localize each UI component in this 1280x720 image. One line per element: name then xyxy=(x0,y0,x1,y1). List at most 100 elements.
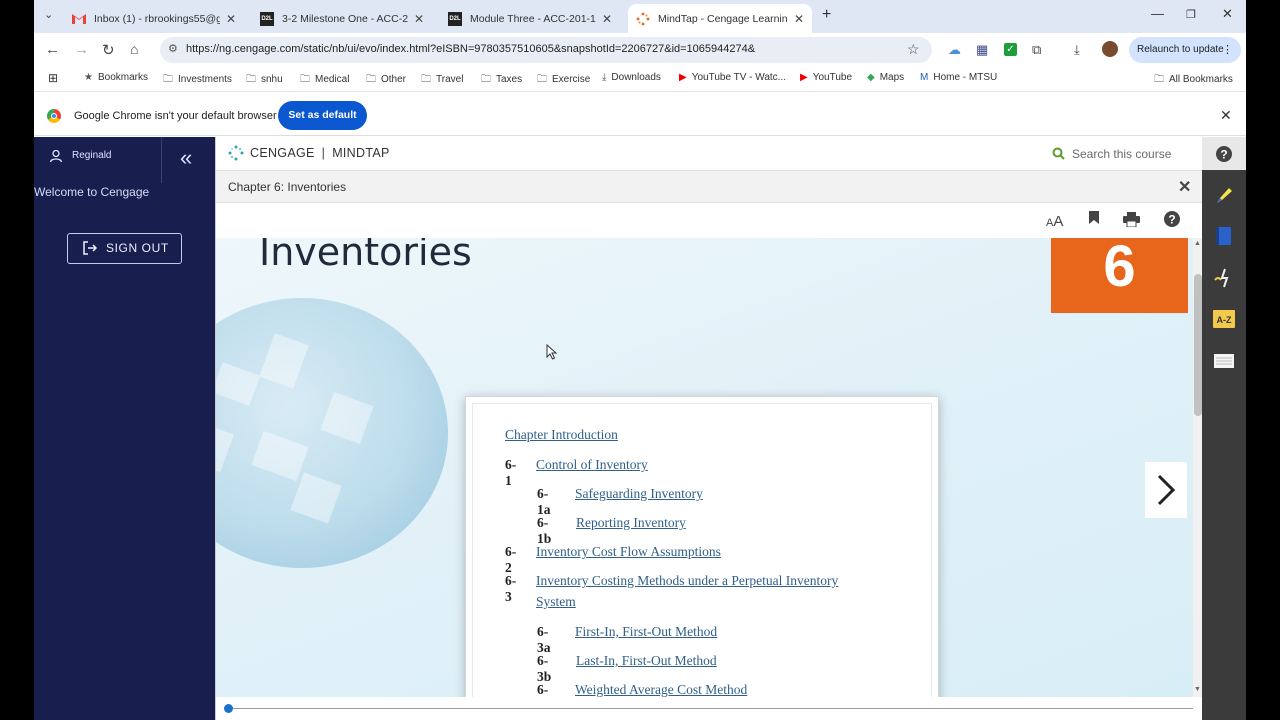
toc-link[interactable]: Weighted Average Cost Method xyxy=(575,682,747,697)
bookmark-item[interactable]: M Home - MTSU xyxy=(920,72,997,83)
close-chapter-icon[interactable]: ✕ xyxy=(1178,177,1191,197)
profile-avatar[interactable] xyxy=(1102,41,1118,57)
bookmark-item[interactable]: 🗀 Medical xyxy=(300,72,349,89)
read-aloud-icon[interactable] xyxy=(1212,266,1236,290)
forward-icon[interactable]: → xyxy=(74,41,89,58)
print-icon[interactable] xyxy=(1123,212,1140,230)
restore-icon[interactable]: ❐ xyxy=(1186,8,1196,21)
site-info-icon[interactable]: ⚙ xyxy=(168,42,178,55)
bookmark-icon[interactable] xyxy=(1088,210,1100,228)
close-infobar-icon[interactable]: ✕ xyxy=(1220,107,1232,124)
browser-window: ⌄ Inbox (1) - rbrookings55@gma ✕ D2L 3-2… xyxy=(34,0,1246,720)
next-page-button[interactable] xyxy=(1145,462,1187,518)
toc-link[interactable]: Chapter Introduction xyxy=(505,427,618,443)
toc-link[interactable]: Last-In, First-Out Method xyxy=(576,653,717,669)
tab-mindtap[interactable]: MindTap - Cengage Learning ✕ xyxy=(628,4,812,33)
tab-close-icon[interactable]: ✕ xyxy=(794,12,804,26)
set-as-default-button[interactable]: Set as default xyxy=(278,101,367,130)
globe-illustration xyxy=(216,298,448,568)
chevron-right-icon xyxy=(1157,474,1176,506)
toc-number: 6-3 xyxy=(505,573,517,604)
progress-track xyxy=(228,708,1193,709)
progress-handle[interactable] xyxy=(224,704,233,713)
toc-link[interactable]: First-In, First-Out Method xyxy=(575,624,717,640)
new-tab-icon[interactable]: + xyxy=(822,6,831,24)
check-extension-icon[interactable]: ✓ xyxy=(1004,43,1017,56)
global-help-icon[interactable]: ? xyxy=(1216,146,1232,162)
toc-link[interactable]: Inventory Costing Methods under a Perpet… xyxy=(536,573,838,589)
bookmark-star-icon[interactable]: ☆ xyxy=(907,41,920,58)
collapse-sidebar-icon[interactable]: « xyxy=(180,147,192,169)
bookmark-item[interactable]: 🗀 All Bookmarks xyxy=(1154,72,1233,89)
main-content: CENGAGE | MINDTAP Search this course Cha… xyxy=(215,137,1203,720)
rail-help-area: ? xyxy=(1202,137,1246,170)
back-icon[interactable]: ← xyxy=(45,41,60,58)
reading-progress-bar[interactable] xyxy=(216,697,1203,720)
bookmark-item[interactable]: ★ Bookmarks xyxy=(84,72,148,83)
tab-close-icon[interactable]: ✕ xyxy=(414,12,424,26)
browser-toolbar: ← → ↻ ⌂ ⚙ https://ng.cengage.com/static/… xyxy=(34,33,1246,66)
notebook-icon[interactable] xyxy=(1212,224,1236,248)
bookmark-item[interactable]: 🗀 Exercise xyxy=(537,72,590,89)
toc-link[interactable]: Safeguarding Inventory xyxy=(575,486,703,502)
folder-icon: 🗀 xyxy=(246,74,256,85)
text-size-icon[interactable]: AA xyxy=(1046,213,1063,230)
toc-link-continued[interactable]: System xyxy=(536,594,576,610)
bookmark-item[interactable]: ◆ Maps xyxy=(867,72,904,83)
help-icon[interactable]: ? xyxy=(1164,211,1180,230)
tab-title: Inbox (1) - rbrookings55@gma xyxy=(94,12,220,25)
bookmark-item[interactable]: 🗀 Investments xyxy=(163,72,232,89)
bookmark-item[interactable]: 🗀 snhu xyxy=(246,72,283,89)
star-icon: ★ xyxy=(84,72,93,83)
relaunch-button[interactable]: Relaunch to update ⋮ xyxy=(1129,37,1241,63)
toc-link[interactable]: Reporting Inventory xyxy=(576,515,686,531)
welcome-text: Welcome to Cengage xyxy=(34,185,150,199)
bookmark-item[interactable]: 🗀 Travel xyxy=(421,72,463,89)
bookmark-item[interactable]: ⤓ Downloads xyxy=(602,72,661,83)
address-bar[interactable]: ⚙ https://ng.cengage.com/static/nb/ui/ev… xyxy=(160,37,932,63)
highlighter-icon[interactable] xyxy=(1212,184,1236,208)
download-icon[interactable]: ⤓ xyxy=(1074,42,1080,58)
tab-close-icon[interactable]: ✕ xyxy=(602,12,612,26)
bookmarks-bar: ⊞ ★ Bookmarks 🗀 Investments 🗀 snhu 🗀 Medical… xyxy=(34,66,1246,92)
glossary-az-icon[interactable]: A-Z xyxy=(1212,307,1236,331)
download-icon: ⤓ xyxy=(602,72,607,83)
course-search[interactable]: Search this course xyxy=(1052,147,1171,161)
tab-title: Module Three - ACC-201-1260 xyxy=(470,12,596,25)
left-sidebar: Reginald « Welcome to Cengage SIGN OUT xyxy=(34,137,215,720)
tab-module-three[interactable]: D2L Module Three - ACC-201-1260 ✕ xyxy=(440,4,620,33)
folder-icon: 🗀 xyxy=(481,74,491,85)
cengage-mindtap-logo[interactable]: CENGAGE | MINDTAP xyxy=(228,145,390,161)
tab-milestone[interactable]: D2L 3-2 Milestone One - ACC-201-1 ✕ xyxy=(252,4,432,33)
extensions-puzzle-icon[interactable]: ⧉ xyxy=(1032,42,1041,58)
tab-search-chevron-icon[interactable]: ⌄ xyxy=(44,8,53,21)
chapter-title: Chapter 6: Inventories xyxy=(228,180,347,194)
scroll-up-icon[interactable]: ▲ xyxy=(1194,240,1201,247)
bookmark-item[interactable]: ▶ YouTube xyxy=(800,72,852,83)
toc-number: 6-1 xyxy=(505,457,517,488)
reload-icon[interactable]: ↻ xyxy=(102,41,115,59)
tab-gmail[interactable]: Inbox (1) - rbrookings55@gma ✕ xyxy=(64,4,244,33)
toc-link[interactable]: Inventory Cost Flow Assumptions xyxy=(536,544,721,560)
search-icon xyxy=(1052,147,1065,160)
tab-close-icon[interactable]: ✕ xyxy=(226,12,236,26)
flashcards-icon[interactable] xyxy=(1212,349,1236,373)
bookmark-item[interactable]: 🗀 Other xyxy=(366,72,406,89)
bookmark-label: Medical xyxy=(315,74,350,85)
scrollbar-thumb[interactable] xyxy=(1194,274,1202,416)
extension-icon[interactable]: ▦ xyxy=(976,42,988,58)
scroll-down-icon[interactable]: ▼ xyxy=(1194,686,1201,693)
cengage-icon xyxy=(636,12,650,26)
bookmark-item[interactable]: 🗀 Taxes xyxy=(481,72,522,89)
user-name[interactable]: Reginald xyxy=(72,150,111,161)
bookmark-item[interactable]: ▶ YouTube TV - Watc... xyxy=(679,72,786,83)
window-close-icon[interactable]: ✕ xyxy=(1222,6,1233,22)
sign-out-button[interactable]: SIGN OUT xyxy=(67,233,182,264)
home-icon[interactable]: ⌂ xyxy=(130,41,138,57)
brand-separator: | xyxy=(321,146,326,160)
apps-grid-icon[interactable]: ⊞ xyxy=(48,71,58,85)
minimize-icon[interactable]: — xyxy=(1151,6,1164,21)
folder-icon: 🗀 xyxy=(1154,74,1164,85)
onedrive-icon[interactable]: ☁ xyxy=(948,42,961,58)
toc-link[interactable]: Control of Inventory xyxy=(536,457,648,473)
